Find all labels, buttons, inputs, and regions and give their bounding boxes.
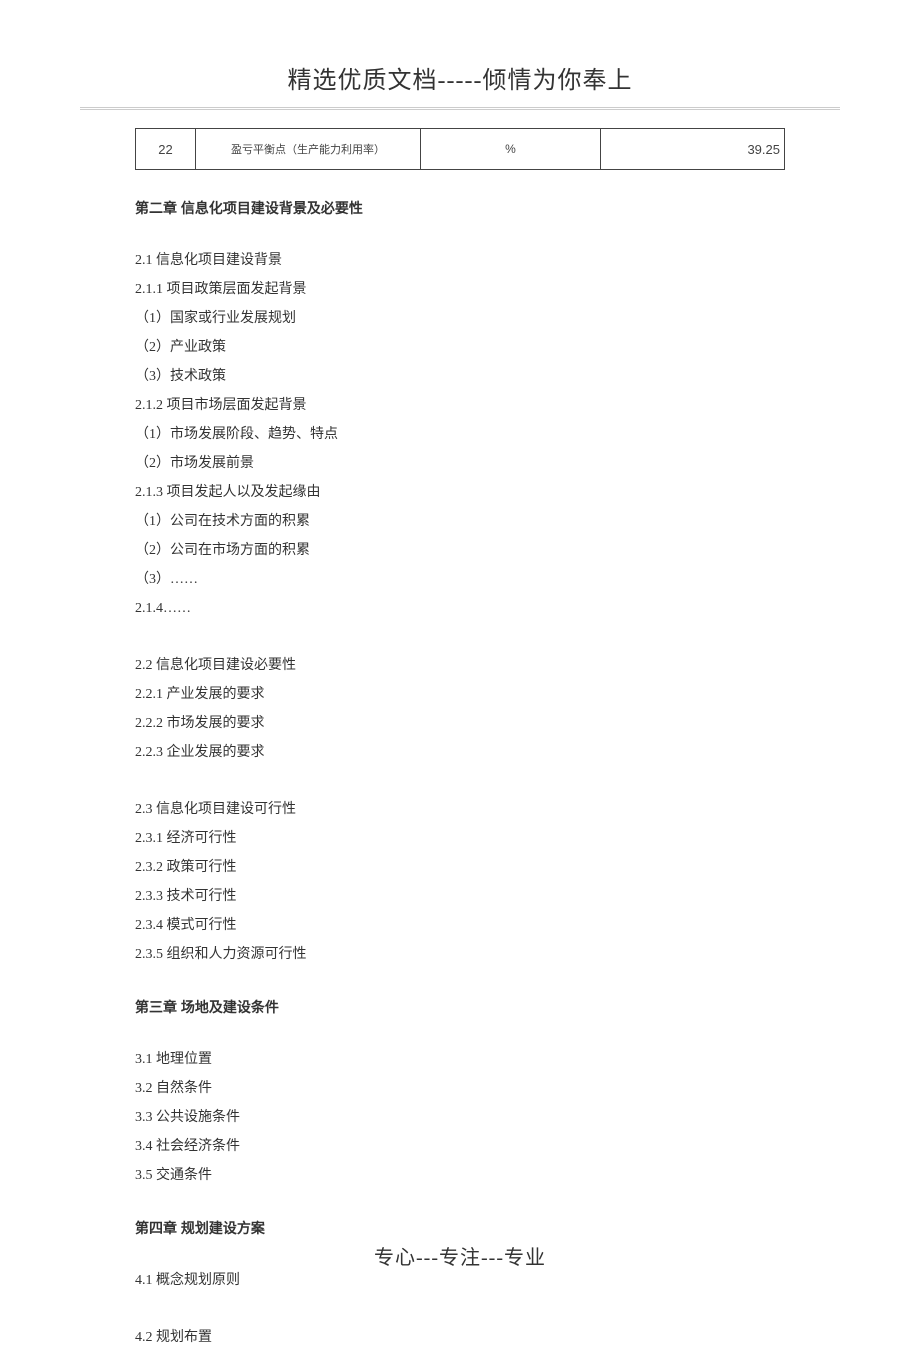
line-item: 3.3 公共设施条件 — [135, 1103, 785, 1132]
line-item: 3.2 自然条件 — [135, 1074, 785, 1103]
chapter-2: 第二章 信息化项目建设背景及必要性 2.1 信息化项目建设背景 2.1.1 项目… — [135, 198, 785, 1352]
page-header-title: 精选优质文档-----倾情为你奉上 — [0, 0, 920, 107]
section-2-3: 2.3 信息化项目建设可行性 2.3.1 经济可行性 2.3.2 政策可行性 2… — [135, 795, 785, 969]
line-item: 2.3.3 技术可行性 — [135, 882, 785, 911]
line-item: 3.5 交通条件 — [135, 1161, 785, 1190]
section-4-2: 4.2 规划布置 — [135, 1323, 785, 1352]
cell-unit: % — [421, 129, 601, 170]
line-item: 3.1 地理位置 — [135, 1045, 785, 1074]
line-item: 2.3.1 经济可行性 — [135, 824, 785, 853]
line-item: 2.3.5 组织和人力资源可行性 — [135, 940, 785, 969]
page-container: 精选优质文档-----倾情为你奉上 22 盈亏平衡点（生产能力利用率） % 39… — [0, 0, 920, 1302]
section-3: 3.1 地理位置 3.2 自然条件 3.3 公共设施条件 3.4 社会经济条件 … — [135, 1045, 785, 1190]
line-item: （1）市场发展阶段、趋势、特点 — [135, 420, 785, 449]
chapter-3-title: 第三章 场地及建设条件 — [135, 997, 785, 1017]
page-footer-text: 专心---专注---专业 — [0, 1241, 920, 1270]
line-item: （2）公司在市场方面的积累 — [135, 536, 785, 565]
table-row: 22 盈亏平衡点（生产能力利用率） % 39.25 — [136, 129, 785, 170]
chapter-4-title: 第四章 规划建设方案 — [135, 1218, 785, 1238]
heading-2-2: 2.2 信息化项目建设必要性 — [135, 651, 785, 680]
line-item: 2.3.2 政策可行性 — [135, 853, 785, 882]
heading-2-3: 2.3 信息化项目建设可行性 — [135, 795, 785, 824]
document-content: 22 盈亏平衡点（生产能力利用率） % 39.25 第二章 信息化项目建设背景及… — [0, 110, 920, 1352]
line-item: 2.1.4…… — [135, 594, 785, 623]
line-item: 3.4 社会经济条件 — [135, 1132, 785, 1161]
section-2-2: 2.2 信息化项目建设必要性 2.2.1 产业发展的要求 2.2.2 市场发展的… — [135, 651, 785, 767]
section-2-1: 2.1 信息化项目建设背景 2.1.1 项目政策层面发起背景 （1）国家或行业发… — [135, 246, 785, 623]
line-item: 2.3.4 模式可行性 — [135, 911, 785, 940]
line-item: 2.1.2 项目市场层面发起背景 — [135, 391, 785, 420]
line-item: 2.1.1 项目政策层面发起背景 — [135, 275, 785, 304]
cell-value: 39.25 — [601, 129, 785, 170]
section-4-1: 4.1 概念规划原则 — [135, 1266, 785, 1295]
data-table: 22 盈亏平衡点（生产能力利用率） % 39.25 — [135, 128, 785, 170]
line-item: （1）国家或行业发展规划 — [135, 304, 785, 333]
chapter-2-title: 第二章 信息化项目建设背景及必要性 — [135, 198, 785, 218]
heading-2-1: 2.1 信息化项目建设背景 — [135, 246, 785, 275]
line-item: （1）公司在技术方面的积累 — [135, 507, 785, 536]
cell-description: 盈亏平衡点（生产能力利用率） — [196, 129, 421, 170]
line-item: （3）技术政策 — [135, 362, 785, 391]
cell-number: 22 — [136, 129, 196, 170]
line-item: 2.2.3 企业发展的要求 — [135, 738, 785, 767]
line-item: （2）市场发展前景 — [135, 449, 785, 478]
line-item: 2.2.2 市场发展的要求 — [135, 709, 785, 738]
line-item: 4.2 规划布置 — [135, 1323, 785, 1352]
line-item: （2）产业政策 — [135, 333, 785, 362]
line-item: 2.1.3 项目发起人以及发起缘由 — [135, 478, 785, 507]
line-item: 2.2.1 产业发展的要求 — [135, 680, 785, 709]
line-item: 4.1 概念规划原则 — [135, 1266, 785, 1295]
line-item: （3）…… — [135, 565, 785, 594]
